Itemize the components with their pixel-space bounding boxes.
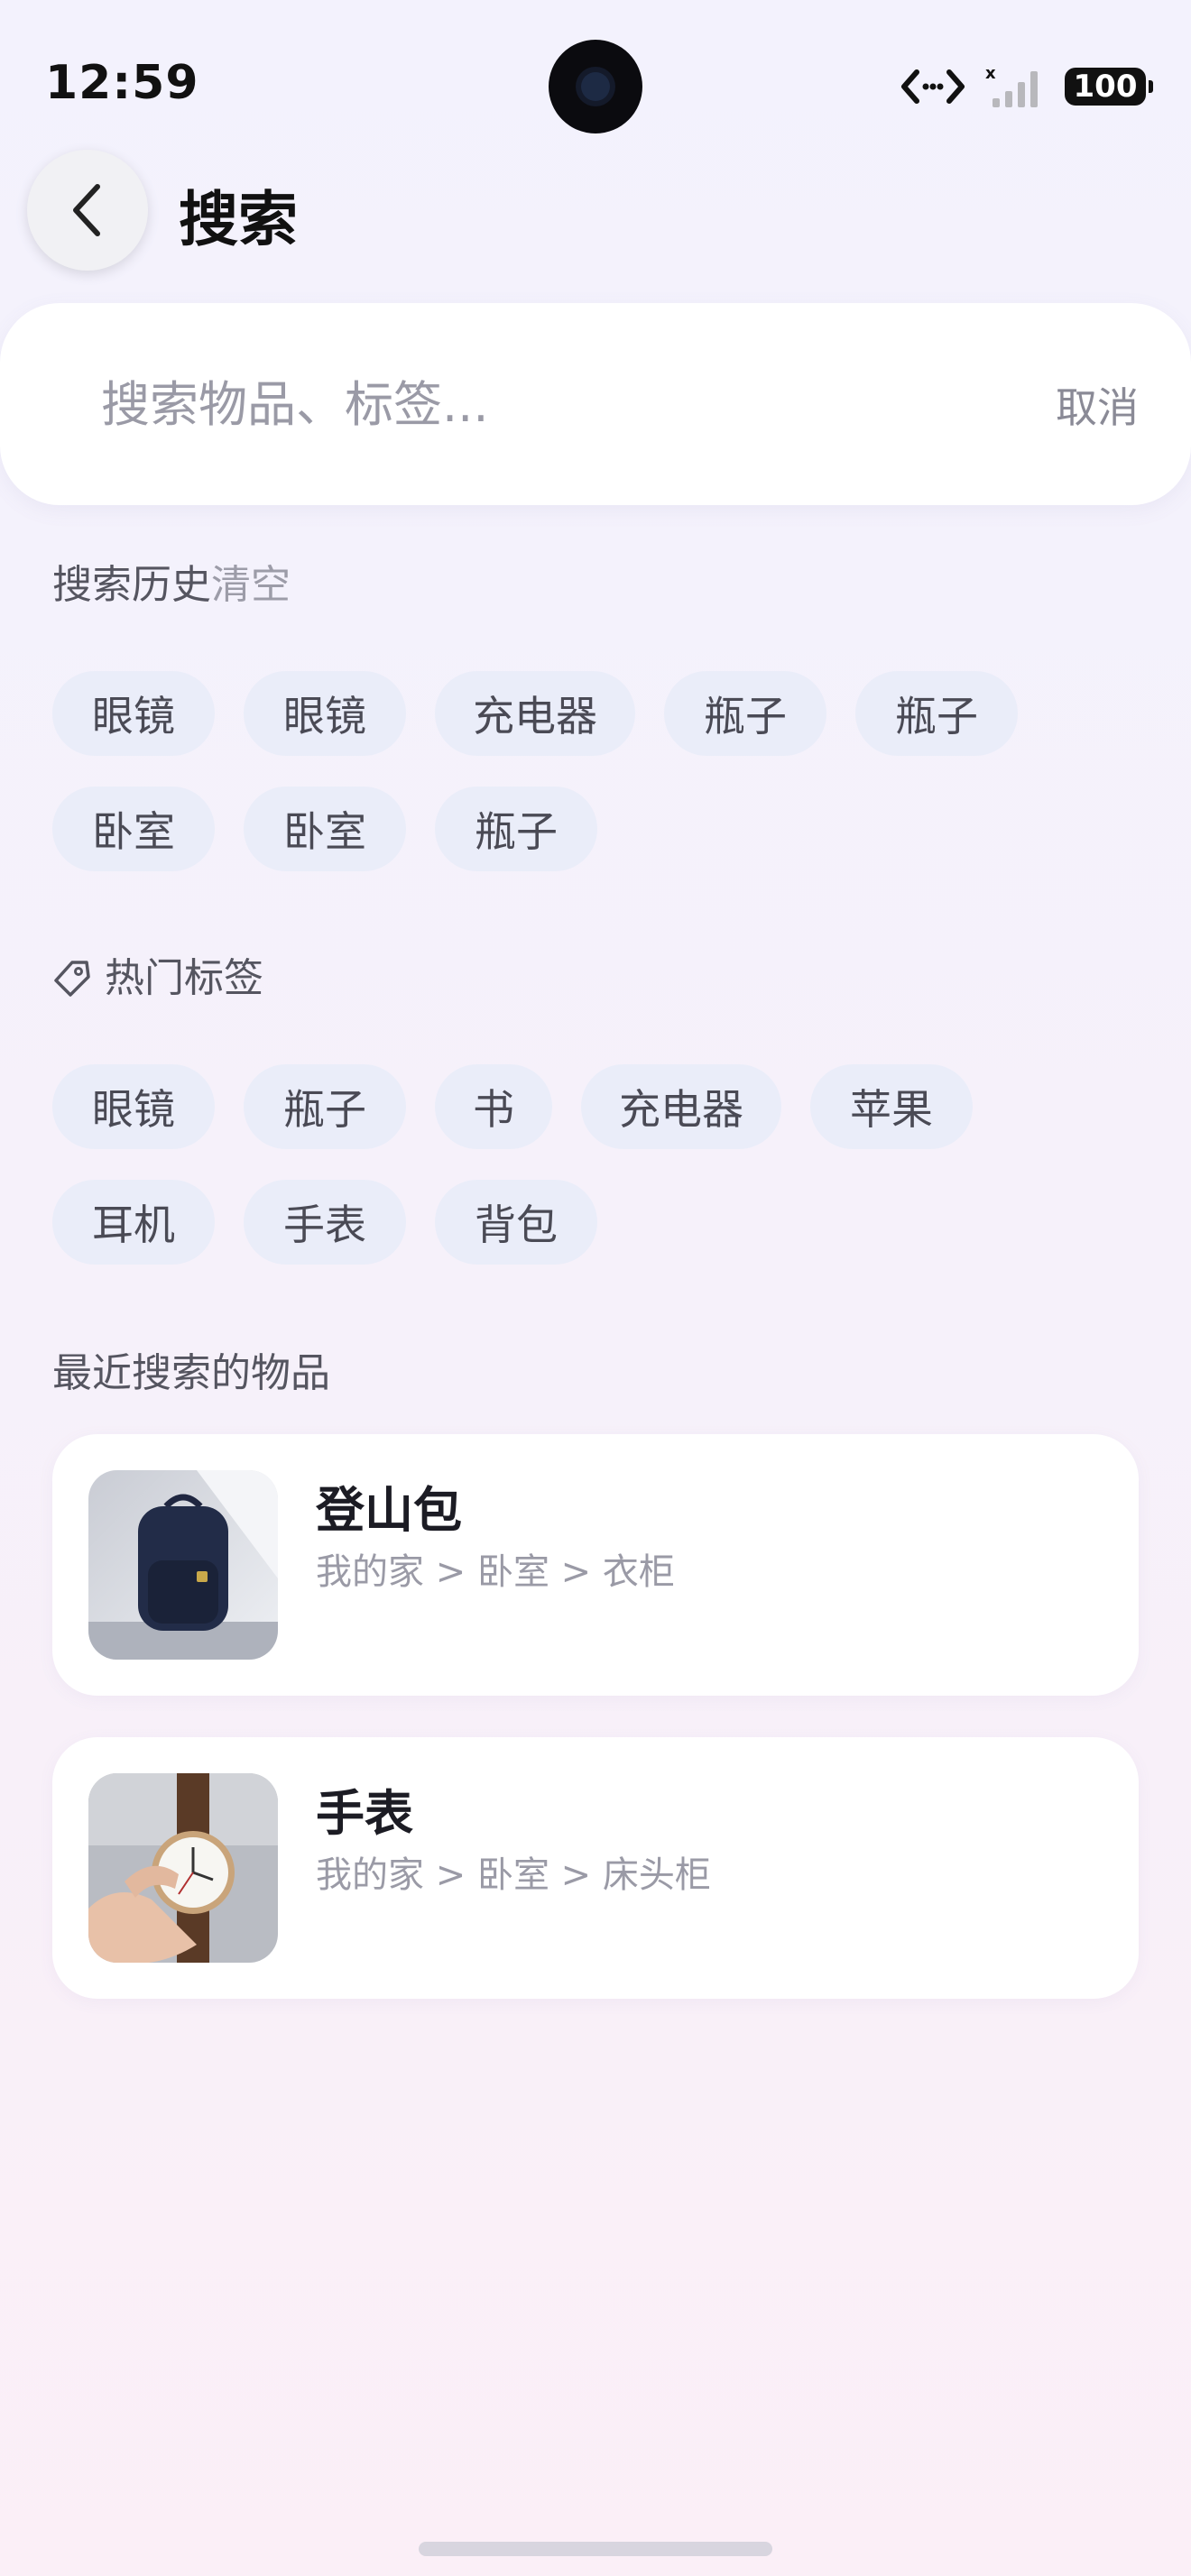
status-icons: x 100	[900, 61, 1153, 112]
hot-tags-row-1: 眼镜 瓶子 书 充电器 苹果	[52, 1064, 973, 1149]
hot-tags-section-title: 热门标签	[52, 945, 263, 1003]
history-chip[interactable]: 充电器	[435, 671, 635, 756]
home-indicator[interactable]	[419, 2542, 772, 2556]
watch-photo-icon	[88, 1773, 278, 1963]
battery-level: 100	[1073, 69, 1138, 105]
recent-item-card[interactable]: 手表 我的家 > 卧室 > 床头柜	[52, 1737, 1139, 1999]
page-title: 搜索	[179, 185, 298, 254]
history-section-title: 搜索历史清空	[52, 552, 291, 610]
history-chip[interactable]: 卧室	[52, 787, 215, 871]
tag-icon	[54, 961, 90, 997]
history-chip[interactable]: 瓶子	[435, 787, 597, 871]
data-transfer-icon	[901, 69, 965, 104]
front-camera	[549, 40, 642, 133]
recent-items-title: 最近搜索的物品	[52, 1350, 330, 1396]
history-chip[interactable]: 卧室	[244, 787, 406, 871]
history-row-1: 眼镜 眼镜 充电器 瓶子 瓶子	[52, 671, 1018, 756]
hot-tag-chip[interactable]: 眼镜	[52, 1064, 215, 1149]
hot-tag-chip[interactable]: 苹果	[810, 1064, 973, 1149]
hot-tag-chip[interactable]: 背包	[435, 1180, 597, 1265]
recent-item-card[interactable]: 登山包 我的家 > 卧室 > 衣柜	[52, 1434, 1139, 1696]
hot-tag-chip[interactable]: 耳机	[52, 1180, 215, 1265]
backpack-photo-icon	[88, 1470, 278, 1660]
status-time: 12:59	[45, 56, 199, 110]
item-location-path: 我的家 > 卧室 > 床头柜	[316, 1854, 711, 1896]
item-name: 手表	[316, 1785, 413, 1842]
battery-icon: 100	[1065, 68, 1153, 106]
page-header: 搜索	[0, 144, 1191, 280]
hot-tag-chip[interactable]: 瓶子	[244, 1064, 406, 1149]
chevron-left-icon	[73, 184, 100, 236]
history-chip[interactable]: 瓶子	[664, 671, 826, 756]
history-chip[interactable]: 眼镜	[244, 671, 406, 756]
search-input[interactable]	[101, 368, 913, 440]
svg-text:x: x	[985, 64, 996, 83]
hot-tag-chip[interactable]: 手表	[244, 1180, 406, 1265]
item-name: 登山包	[316, 1482, 462, 1539]
hot-tag-chip[interactable]: 充电器	[581, 1064, 781, 1149]
clear-history-button[interactable]: 清空	[211, 562, 291, 608]
cancel-button[interactable]: 取消	[1056, 375, 1139, 435]
history-row-2: 卧室 卧室 瓶子	[52, 787, 597, 871]
hot-tags-row-2: 耳机 手表 背包	[52, 1180, 597, 1265]
history-chip[interactable]: 瓶子	[855, 671, 1018, 756]
search-bar: 取消	[0, 303, 1191, 505]
signal-icon: x	[985, 64, 1038, 107]
back-button[interactable]	[27, 150, 148, 271]
item-location-path: 我的家 > 卧室 > 衣柜	[316, 1551, 675, 1593]
hot-tags-title: 热门标签	[105, 955, 263, 1001]
history-chip[interactable]: 眼镜	[52, 671, 215, 756]
hot-tag-chip[interactable]: 书	[435, 1064, 552, 1149]
history-title: 搜索历史	[52, 562, 211, 608]
